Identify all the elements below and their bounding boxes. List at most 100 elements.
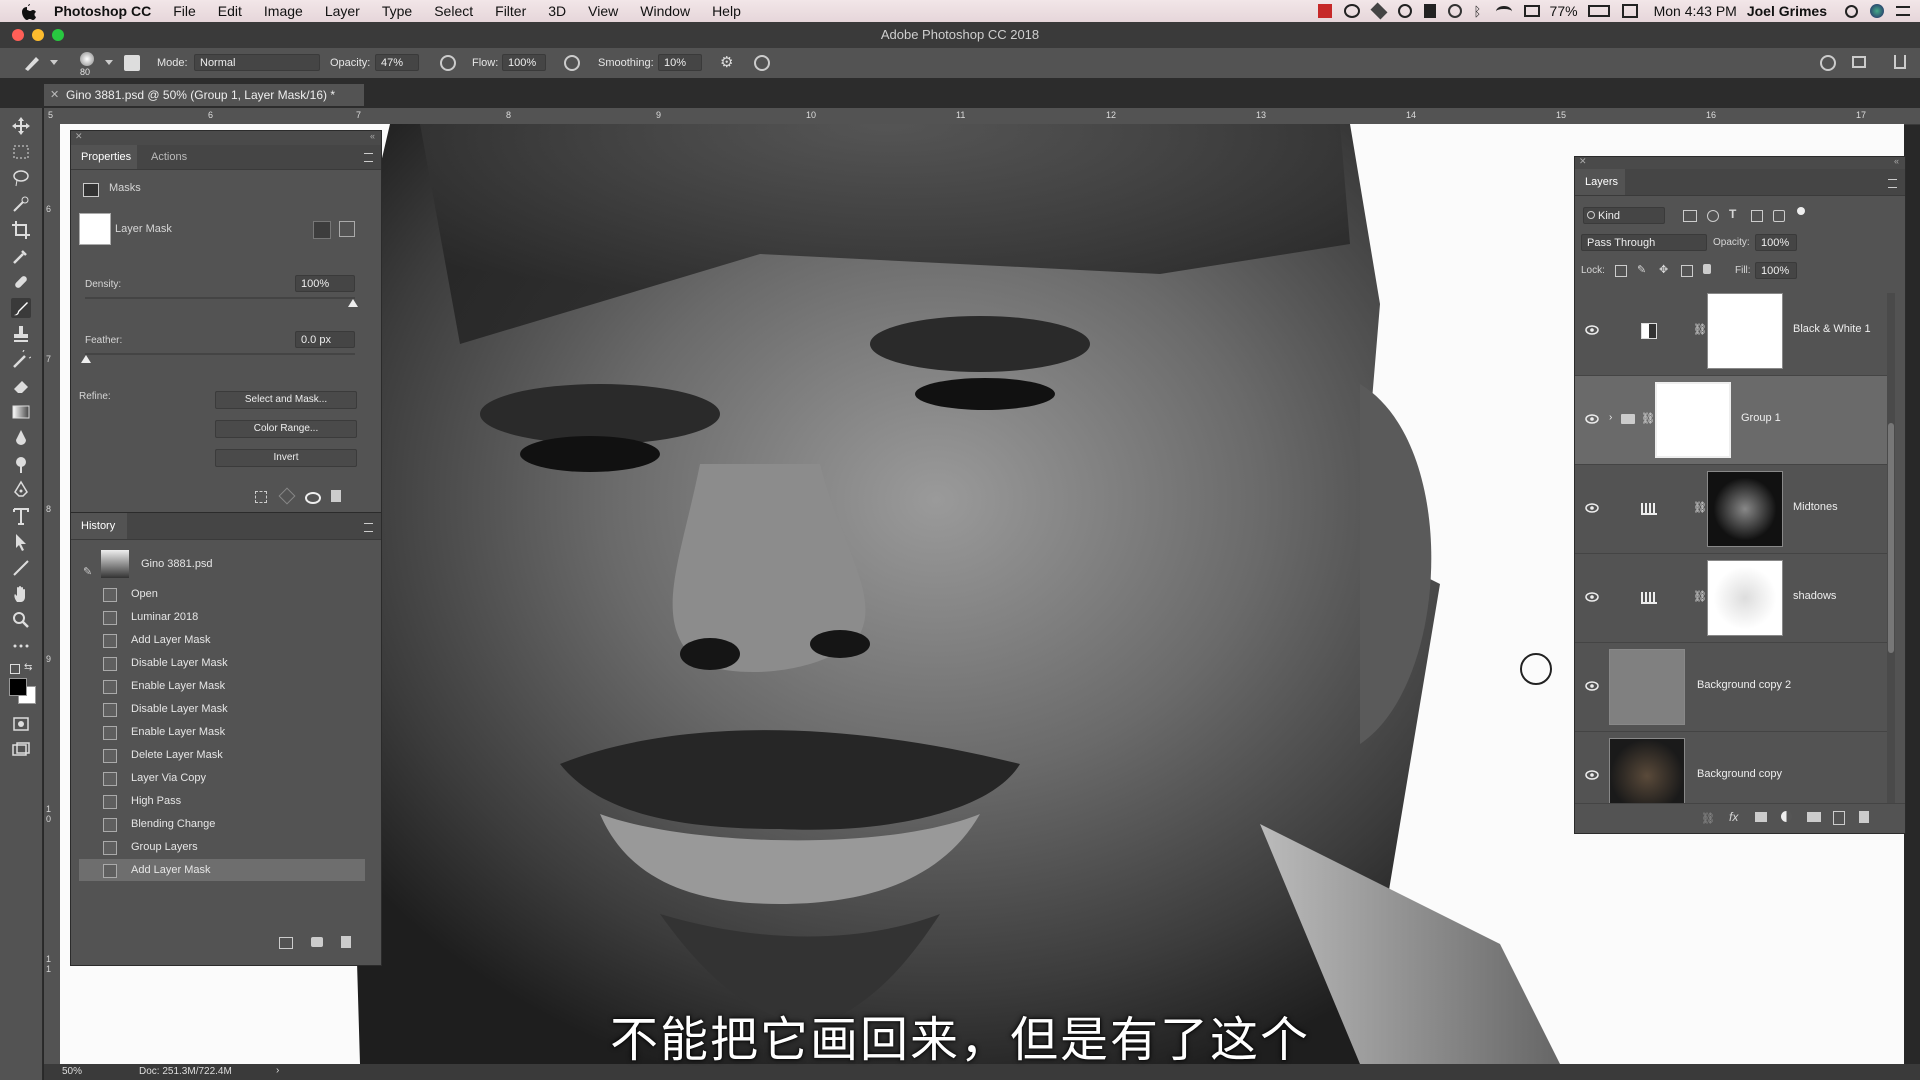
history-brush-tool-icon[interactable] (11, 350, 31, 370)
color-range-button[interactable]: Color Range... (215, 420, 357, 438)
collapse-panel-icon[interactable]: « (1894, 156, 1899, 166)
search-icon[interactable] (1820, 55, 1836, 71)
menu-image[interactable]: Image (264, 3, 303, 19)
lock-pixels-icon[interactable]: ✎ (1637, 263, 1646, 276)
eraser-tool-icon[interactable] (11, 376, 31, 396)
black-white-adjustment-icon[interactable] (1641, 323, 1657, 339)
history-item[interactable]: Blending Change (79, 813, 435, 835)
lock-transparent-icon[interactable] (1615, 265, 1627, 277)
history-item[interactable]: Enable Layer Mask (79, 675, 435, 697)
density-input[interactable]: 100% (295, 275, 355, 292)
menu-layer[interactable]: Layer (325, 3, 360, 19)
layer-row[interactable]: Background copy 2 (1575, 643, 1887, 732)
default-colors-icon[interactable] (10, 664, 20, 674)
app-status-icon[interactable] (1317, 4, 1332, 18)
screen-mode-icon[interactable] (11, 740, 31, 760)
density-slider-handle[interactable] (348, 299, 358, 307)
move-tool-icon[interactable] (11, 116, 31, 136)
layer-mask-thumbnail[interactable] (1707, 293, 1783, 369)
eye-icon[interactable] (1585, 414, 1599, 424)
history-snapshot[interactable]: ✎ Gino 3881.psd (79, 549, 435, 579)
filter-smart-object-icon[interactable] (1773, 210, 1785, 222)
chevron-down-icon[interactable] (50, 60, 58, 65)
select-and-mask-button[interactable]: Select and Mask... (215, 391, 357, 409)
trash-icon[interactable] (1859, 811, 1869, 823)
document-tab[interactable]: ✕ Gino 3881.psd @ 50% (Group 1, Layer Ma… (44, 84, 364, 106)
gradient-tool-icon[interactable] (11, 402, 31, 422)
layer-mask-thumbnail[interactable] (79, 213, 111, 245)
trash-icon[interactable] (341, 936, 351, 948)
fx-icon[interactable]: fx (1729, 810, 1738, 824)
eye-icon[interactable] (1585, 503, 1599, 513)
menu-app-name[interactable]: Photoshop CC (54, 3, 151, 19)
workspace-icon[interactable] (1852, 56, 1866, 68)
link-icon[interactable]: ⛓ (1641, 412, 1655, 425)
crop-tool-icon[interactable] (11, 220, 31, 240)
filter-shape-icon[interactable] (1751, 210, 1763, 222)
eye-icon[interactable] (1585, 681, 1599, 691)
blend-mode-select[interactable]: Pass Through (1581, 234, 1707, 251)
link-icon[interactable]: ⛓ (1693, 501, 1707, 514)
brush-tool-preset-icon[interactable] (22, 54, 42, 72)
link-icon[interactable]: ⛓ (1693, 590, 1707, 603)
collapse-panel-icon[interactable]: « (370, 131, 375, 141)
layer-row[interactable]: Background copy (1575, 732, 1887, 803)
density-slider-track[interactable] (85, 297, 355, 299)
time-machine-icon[interactable] (1447, 4, 1462, 18)
add-vector-mask-icon[interactable] (339, 221, 355, 237)
info-icon[interactable] (1397, 4, 1412, 18)
menu-file[interactable]: File (173, 3, 196, 19)
history-item[interactable]: Add Layer Mask (79, 629, 435, 651)
close-panel-icon[interactable]: ✕ (1579, 156, 1587, 167)
more-tools-icon[interactable] (11, 636, 31, 656)
bluetooth-icon[interactable]: ᛒ (1474, 4, 1484, 19)
quick-selection-tool-icon[interactable] (11, 194, 31, 214)
history-item[interactable]: Disable Layer Mask (79, 652, 435, 674)
layer-thumbnail[interactable] (1609, 738, 1685, 803)
lock-position-icon[interactable]: ✥ (1659, 263, 1668, 276)
filter-adjustment-icon[interactable] (1707, 210, 1719, 222)
filter-toggle-icon[interactable] (1797, 207, 1805, 215)
marquee-tool-icon[interactable] (11, 142, 31, 162)
wifi-icon[interactable] (1495, 5, 1512, 17)
airplay-icon[interactable] (1523, 5, 1540, 17)
history-item[interactable]: Luminar 2018 (79, 606, 435, 628)
layer-fill-input[interactable]: 100% (1755, 262, 1797, 279)
feather-input[interactable]: 0.0 px (295, 331, 355, 348)
levels-adjustment-icon[interactable] (1641, 503, 1657, 515)
menu-filter[interactable]: Filter (495, 3, 526, 19)
apply-mask-icon[interactable] (278, 487, 296, 505)
filter-pixel-icon[interactable] (1683, 210, 1697, 222)
trash-icon[interactable] (331, 490, 341, 502)
brush-settings-icon[interactable] (124, 55, 140, 71)
swap-colors-icon[interactable]: ⇆ (24, 662, 32, 673)
zoom-tool-icon[interactable] (11, 610, 31, 630)
keyboard-icon[interactable] (1621, 4, 1638, 18)
close-tab-icon[interactable]: ✕ (50, 84, 59, 106)
menu-type[interactable]: Type (382, 3, 412, 19)
new-group-icon[interactable] (1807, 812, 1821, 822)
notification-icon[interactable] (1423, 4, 1436, 18)
layers-scrollbar[interactable] (1887, 293, 1895, 803)
brush-tool-icon[interactable] (11, 298, 31, 318)
siri-icon[interactable] (1870, 4, 1884, 18)
line-tool-icon[interactable] (11, 558, 31, 578)
scrollbar-thumb[interactable] (1888, 423, 1894, 653)
eye-icon[interactable] (305, 492, 321, 504)
dodge-tool-icon[interactable] (11, 454, 31, 474)
blur-tool-icon[interactable] (11, 428, 31, 448)
layer-row-selected[interactable]: › ⛓ Group 1 (1575, 376, 1887, 465)
chevron-right-icon[interactable]: › (1609, 412, 1612, 423)
new-adjustment-layer-icon[interactable] (1781, 811, 1792, 822)
menu-select[interactable]: Select (434, 3, 473, 19)
load-selection-icon[interactable] (255, 491, 267, 503)
menu-window[interactable]: Window (640, 3, 690, 19)
layer-opacity-input[interactable]: 100% (1755, 234, 1797, 251)
history-item[interactable]: Disable Layer Mask (79, 698, 435, 720)
filter-type-icon[interactable]: T (1729, 207, 1736, 221)
history-item-selected[interactable]: Add Layer Mask (79, 859, 365, 881)
layer-mask-thumbnail[interactable] (1707, 471, 1783, 547)
eye-icon[interactable] (1585, 770, 1599, 780)
panel-grip[interactable]: ✕ « (1575, 156, 1905, 169)
quick-mask-icon[interactable] (11, 714, 31, 734)
